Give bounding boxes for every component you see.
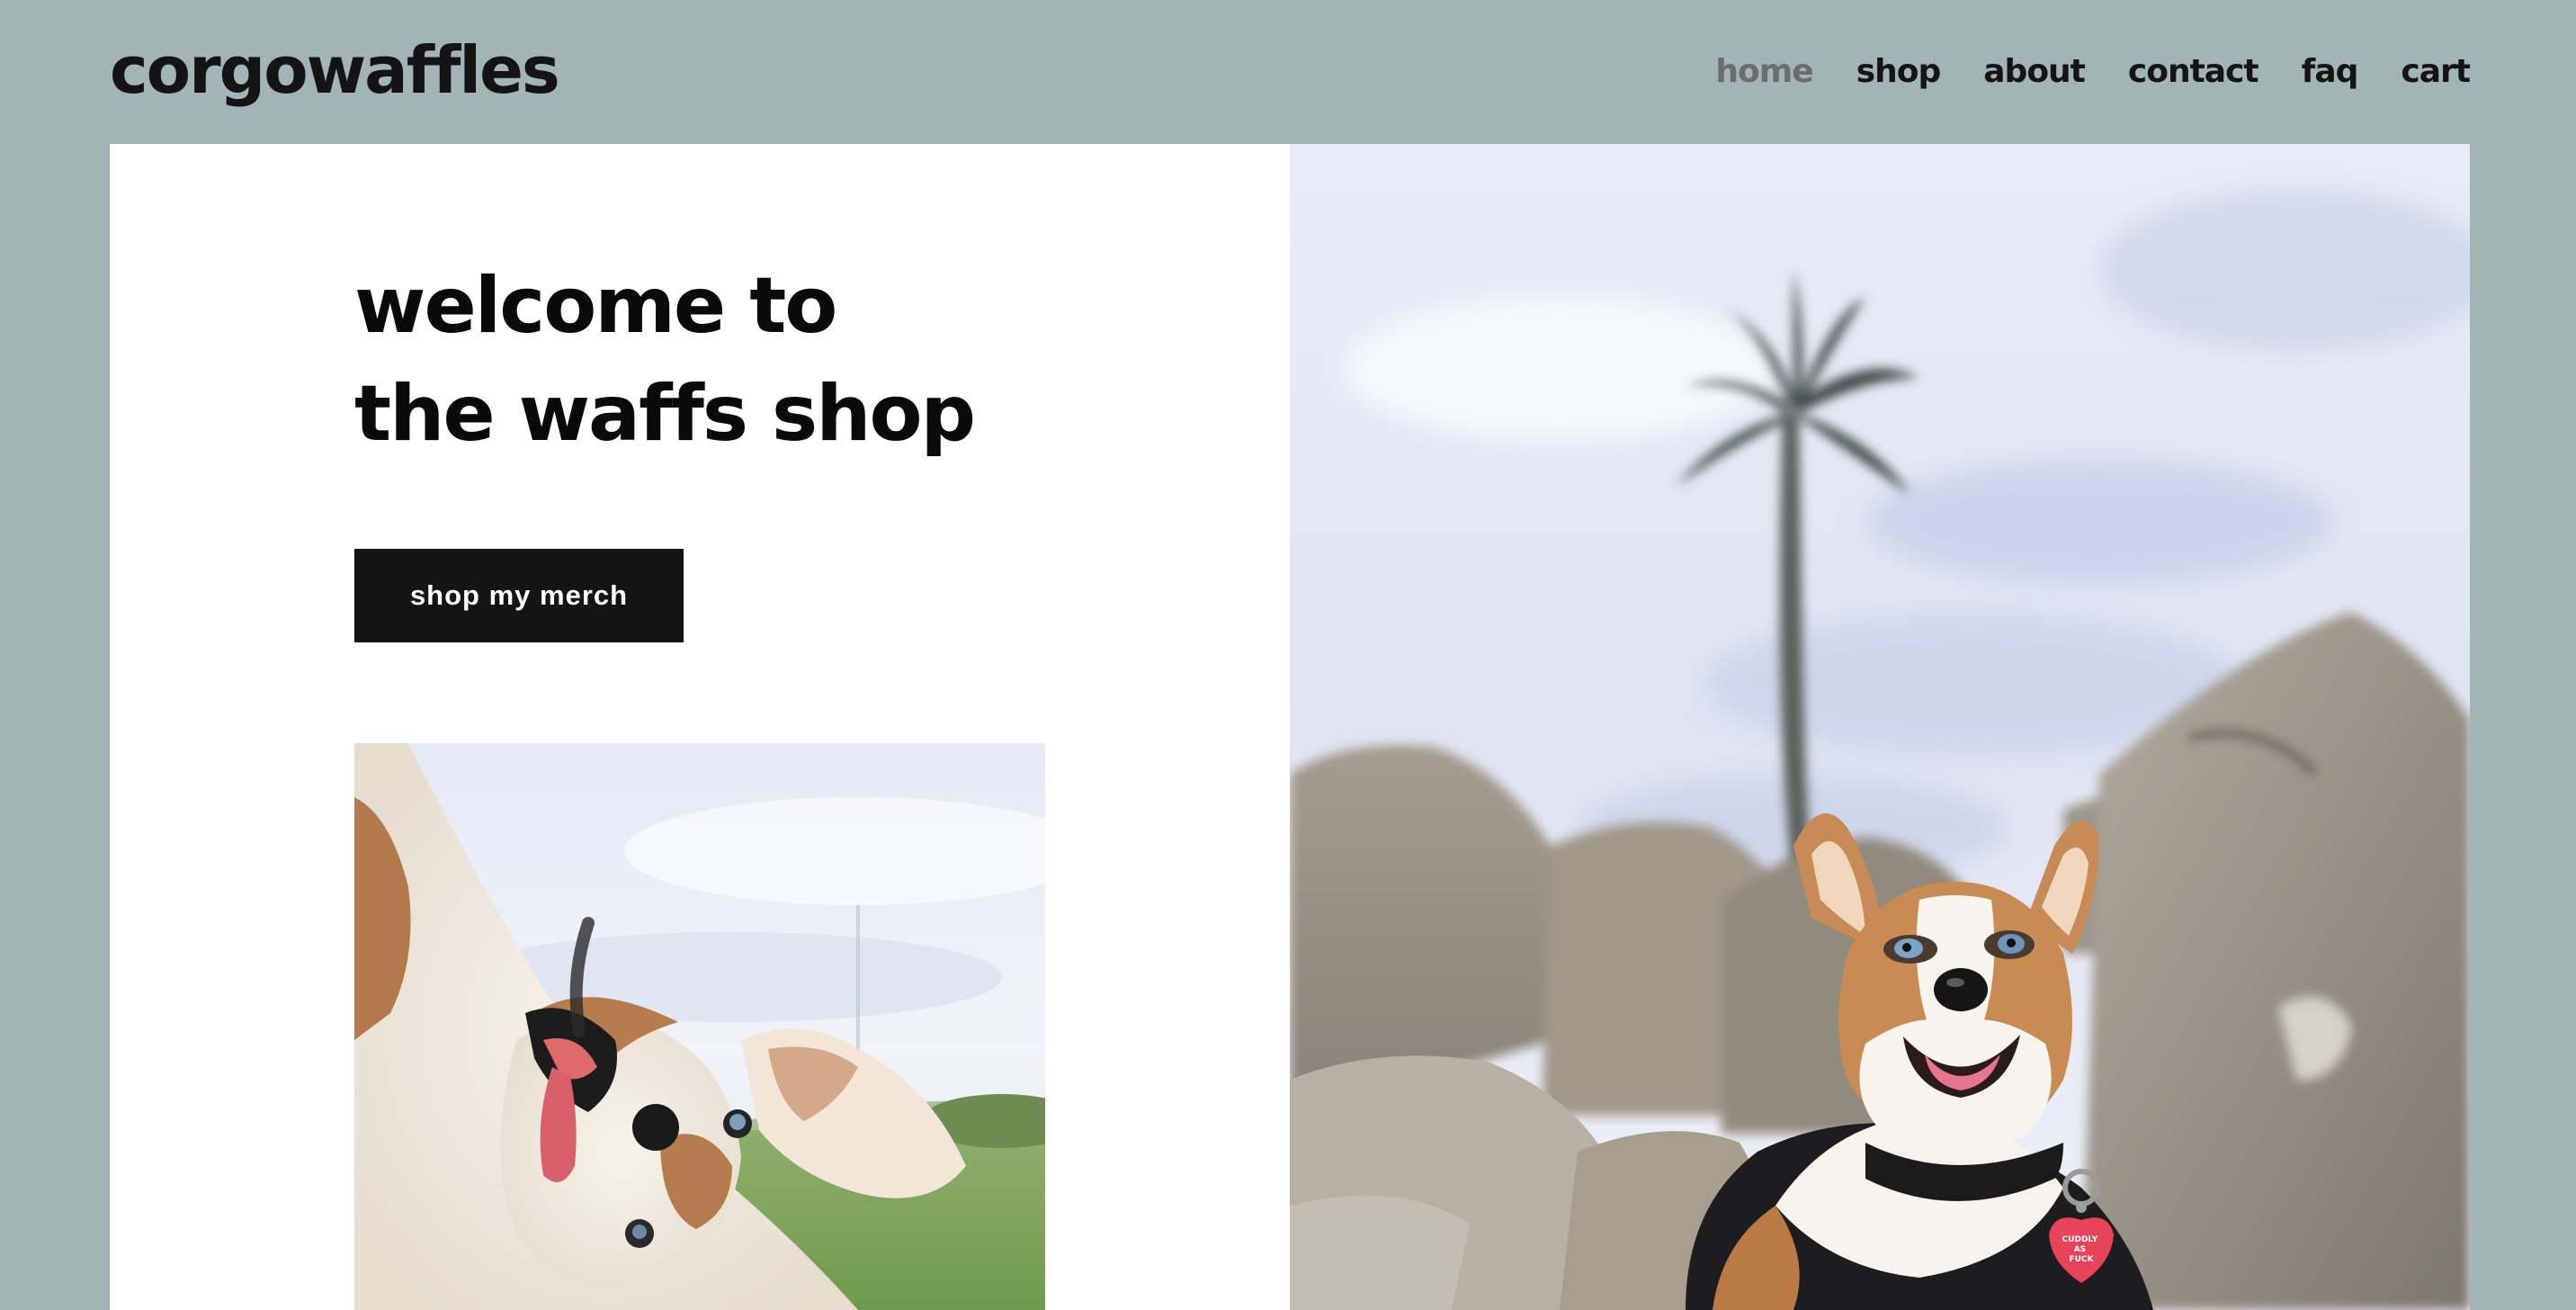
site-logo[interactable]: corgowaffles: [110, 25, 560, 115]
hero-photo-panel: CUDDLY AS FUCK: [1290, 144, 2470, 1310]
nav-link-home[interactable]: home: [1715, 47, 1813, 97]
nav-link-cart[interactable]: cart: [2401, 47, 2471, 97]
nav-link-about[interactable]: about: [1983, 47, 2086, 97]
shop-my-merch-button[interactable]: shop my merch: [354, 549, 684, 642]
page: corgowaffles home shop about contact faq…: [0, 0, 2576, 1310]
corgi-on-rocks-illustration: CUDDLY AS FUCK: [1290, 144, 2470, 1310]
upside-down-corgi-illustration: [354, 743, 1045, 1310]
dog-tag-line: AS: [2074, 1245, 2086, 1254]
site-header: corgowaffles home shop about contact faq…: [0, 0, 2576, 144]
upside-down-corgi-photo: [354, 743, 1045, 1310]
hero-text-panel: welcome to the waffs shop shop my merch: [110, 144, 1290, 1310]
hero-section: welcome to the waffs shop shop my merch: [110, 144, 2470, 1310]
nav-link-shop[interactable]: shop: [1856, 47, 1942, 97]
nav-link-contact[interactable]: contact: [2128, 47, 2259, 97]
main-nav: home shop about contact faq cart: [1715, 47, 2471, 97]
dog-tag-line: CUDDLY: [2062, 1235, 2098, 1244]
hero-headline: welcome to the waffs shop: [354, 252, 976, 468]
dog-tag-line: FUCK: [2069, 1255, 2094, 1264]
hero-headline-line-1: welcome to: [354, 261, 837, 351]
nav-link-faq[interactable]: faq: [2302, 47, 2359, 97]
hero-headline-line-2: the waffs shop: [354, 369, 976, 459]
